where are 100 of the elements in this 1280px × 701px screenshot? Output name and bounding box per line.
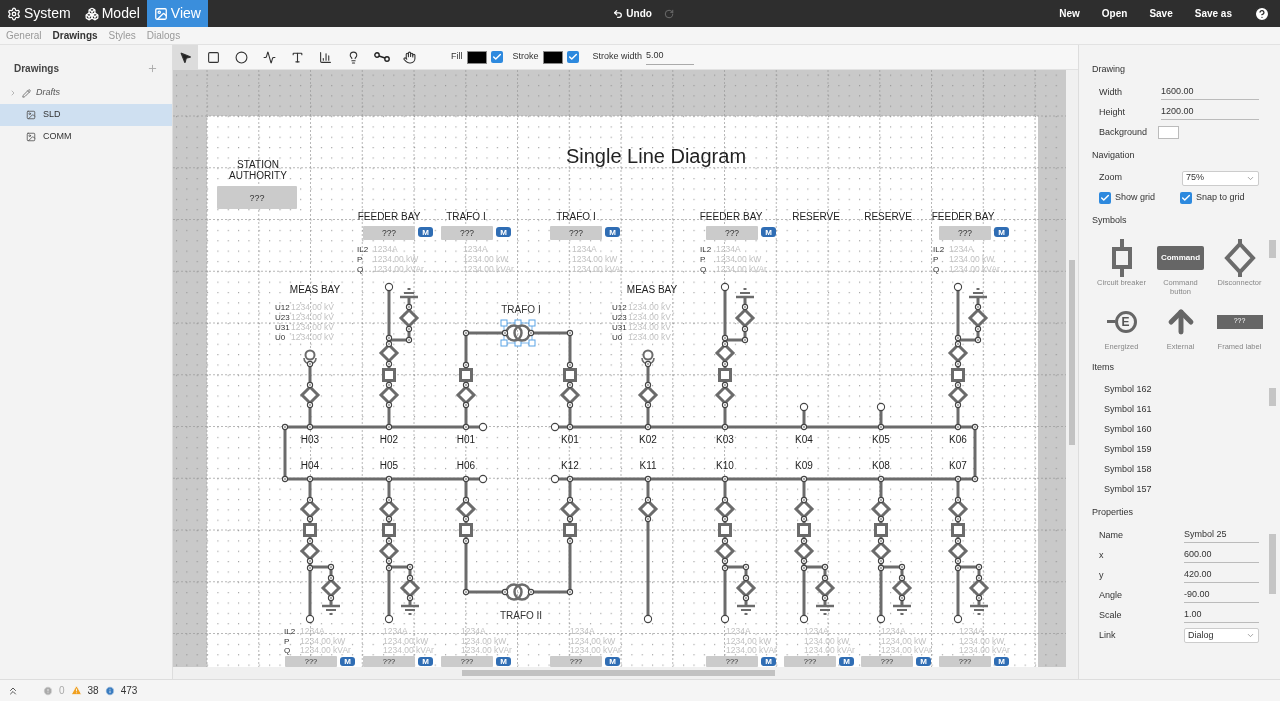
input-field[interactable]: 1.00	[1184, 607, 1259, 624]
item-entry[interactable]: Symbol 158	[1092, 460, 1269, 480]
mode-badge[interactable]: M	[839, 657, 854, 667]
mode-badge[interactable]: M	[916, 657, 931, 667]
dropdown[interactable]: 75%	[1182, 170, 1259, 186]
file-action-button[interactable]: Open	[1101, 6, 1128, 21]
measurement-value: 1234A	[300, 626, 325, 636]
mode-badge[interactable]: M	[418, 227, 433, 237]
letter-icon	[291, 50, 304, 64]
input-field[interactable]: -90.00	[1184, 587, 1259, 604]
info-icon	[104, 685, 115, 696]
warning-icon	[70, 685, 82, 696]
measurement-value: 1234.00 kW	[949, 254, 995, 264]
scrollbar[interactable]	[173, 667, 1078, 679]
measurement-value: 1234.00 kW	[959, 635, 1005, 646]
measurement-value: 1234A	[949, 244, 974, 254]
color-swatch[interactable]	[466, 50, 487, 64]
checkbox[interactable]	[1180, 192, 1192, 204]
bay-label: MEAS BAY	[289, 284, 341, 295]
diagram-canvas[interactable]	[173, 70, 1066, 667]
input-field[interactable]: 1200.00	[1161, 104, 1259, 121]
color-swatch[interactable]	[542, 50, 563, 64]
mode-badge[interactable]: M	[496, 227, 511, 237]
scrollbar-thumb[interactable]	[1269, 388, 1276, 406]
menu-tab[interactable]: Model	[77, 0, 147, 27]
transformer-icon[interactable]	[501, 583, 535, 601]
tree-item[interactable]: COMM	[0, 126, 172, 148]
mode-badge[interactable]: M	[340, 657, 355, 667]
busbar-label: K02	[639, 434, 657, 445]
help-icon[interactable]	[1254, 5, 1270, 22]
color-swatch[interactable]	[1158, 126, 1179, 139]
mode-badge[interactable]: M	[761, 227, 776, 237]
busbar-label: K12	[561, 460, 579, 471]
scrollbar[interactable]	[1066, 70, 1078, 667]
scrollbar-thumb[interactable]	[1269, 239, 1276, 258]
measurement-value: 1234.00 kW	[373, 254, 419, 264]
input-field[interactable]: 1600.00	[1161, 84, 1259, 101]
measurement-value: 1234A	[959, 626, 984, 636]
undo-button[interactable]: Undo	[613, 6, 652, 21]
input-field[interactable]: 420.00	[1184, 567, 1259, 584]
tool-button[interactable]	[173, 44, 198, 70]
file-action-button[interactable]: Save as	[1194, 6, 1232, 21]
item-entry[interactable]: Symbol 159	[1092, 440, 1269, 460]
mode-badge[interactable]: M	[994, 657, 1009, 667]
bay-label: FEEDER BAY	[931, 211, 995, 222]
scrollbar-thumb[interactable]	[1069, 260, 1075, 445]
value-label: ???	[217, 186, 297, 209]
menu-tab[interactable]: System	[0, 0, 78, 27]
input-field[interactable]: Symbol 25	[1184, 527, 1259, 544]
dropdown[interactable]: Dialog	[1184, 628, 1259, 643]
pencil-icon	[22, 88, 31, 98]
bay-label: RESERVE	[864, 211, 912, 222]
file-action-button[interactable]: New	[1059, 6, 1080, 21]
busbar-label: H01	[456, 434, 476, 445]
measurement-name: U12	[275, 303, 290, 312]
bay-label: FEEDER BAY	[699, 211, 763, 222]
stroke-width-field[interactable]: 5.00	[646, 49, 695, 65]
measurement-name: U31	[275, 323, 290, 332]
checkbox[interactable]	[566, 51, 579, 63]
checkbox[interactable]	[1099, 192, 1111, 204]
item-entry[interactable]: Symbol 157	[1092, 480, 1269, 500]
item-entry[interactable]: Symbol 160	[1092, 420, 1269, 440]
busbar-label: H05	[379, 460, 399, 471]
tree-item[interactable]: SLD	[0, 104, 172, 126]
measurement-name: U31	[612, 323, 627, 332]
field-label: x	[1099, 548, 1105, 562]
item-entry[interactable]: Symbol 161	[1092, 400, 1269, 420]
section-title: Navigation	[1092, 148, 1136, 162]
mode-badge[interactable]: M	[496, 657, 511, 667]
hand-icon	[403, 50, 416, 64]
chevron-down-icon	[1246, 631, 1255, 640]
field-label: Height	[1099, 105, 1126, 119]
busbar-label: K07	[949, 460, 967, 471]
measurement-value: 1234.00 kW	[726, 635, 772, 646]
scrollbar-thumb[interactable]	[462, 670, 775, 676]
sidebar-title: Drawings	[14, 62, 59, 76]
bar-chart-icon	[319, 50, 332, 64]
transformer-icon[interactable]	[500, 319, 536, 347]
sub-tab[interactable]: Drawings	[52, 28, 98, 43]
field-label: Zoom	[1099, 171, 1123, 185]
measurement-value: 1234.00 kW	[881, 635, 927, 646]
mode-badge[interactable]: M	[418, 657, 433, 667]
mode-badge[interactable]: M	[605, 657, 620, 667]
zigzag-icon	[263, 50, 276, 64]
checkbox[interactable]	[490, 51, 503, 63]
scrollbar-thumb[interactable]	[1269, 533, 1276, 594]
field-label: Background	[1099, 125, 1149, 139]
add-icon[interactable]	[147, 63, 158, 74]
measurement-value: 1234A	[572, 244, 597, 254]
tree-item[interactable]: Drafts	[0, 82, 172, 104]
input-field[interactable]: 600.00	[1184, 547, 1259, 564]
item-entry[interactable]: Symbol 162	[1092, 380, 1269, 400]
station-label: STATION	[237, 159, 279, 170]
mode-badge[interactable]: M	[994, 227, 1009, 237]
mode-badge[interactable]: M	[761, 657, 776, 667]
circle-icon	[235, 50, 248, 64]
mode-badge[interactable]: M	[605, 227, 620, 237]
file-action-button[interactable]: Save	[1149, 6, 1173, 21]
bay-label: TRAFO I	[446, 211, 486, 222]
measurement-value: 1234A	[726, 626, 751, 636]
